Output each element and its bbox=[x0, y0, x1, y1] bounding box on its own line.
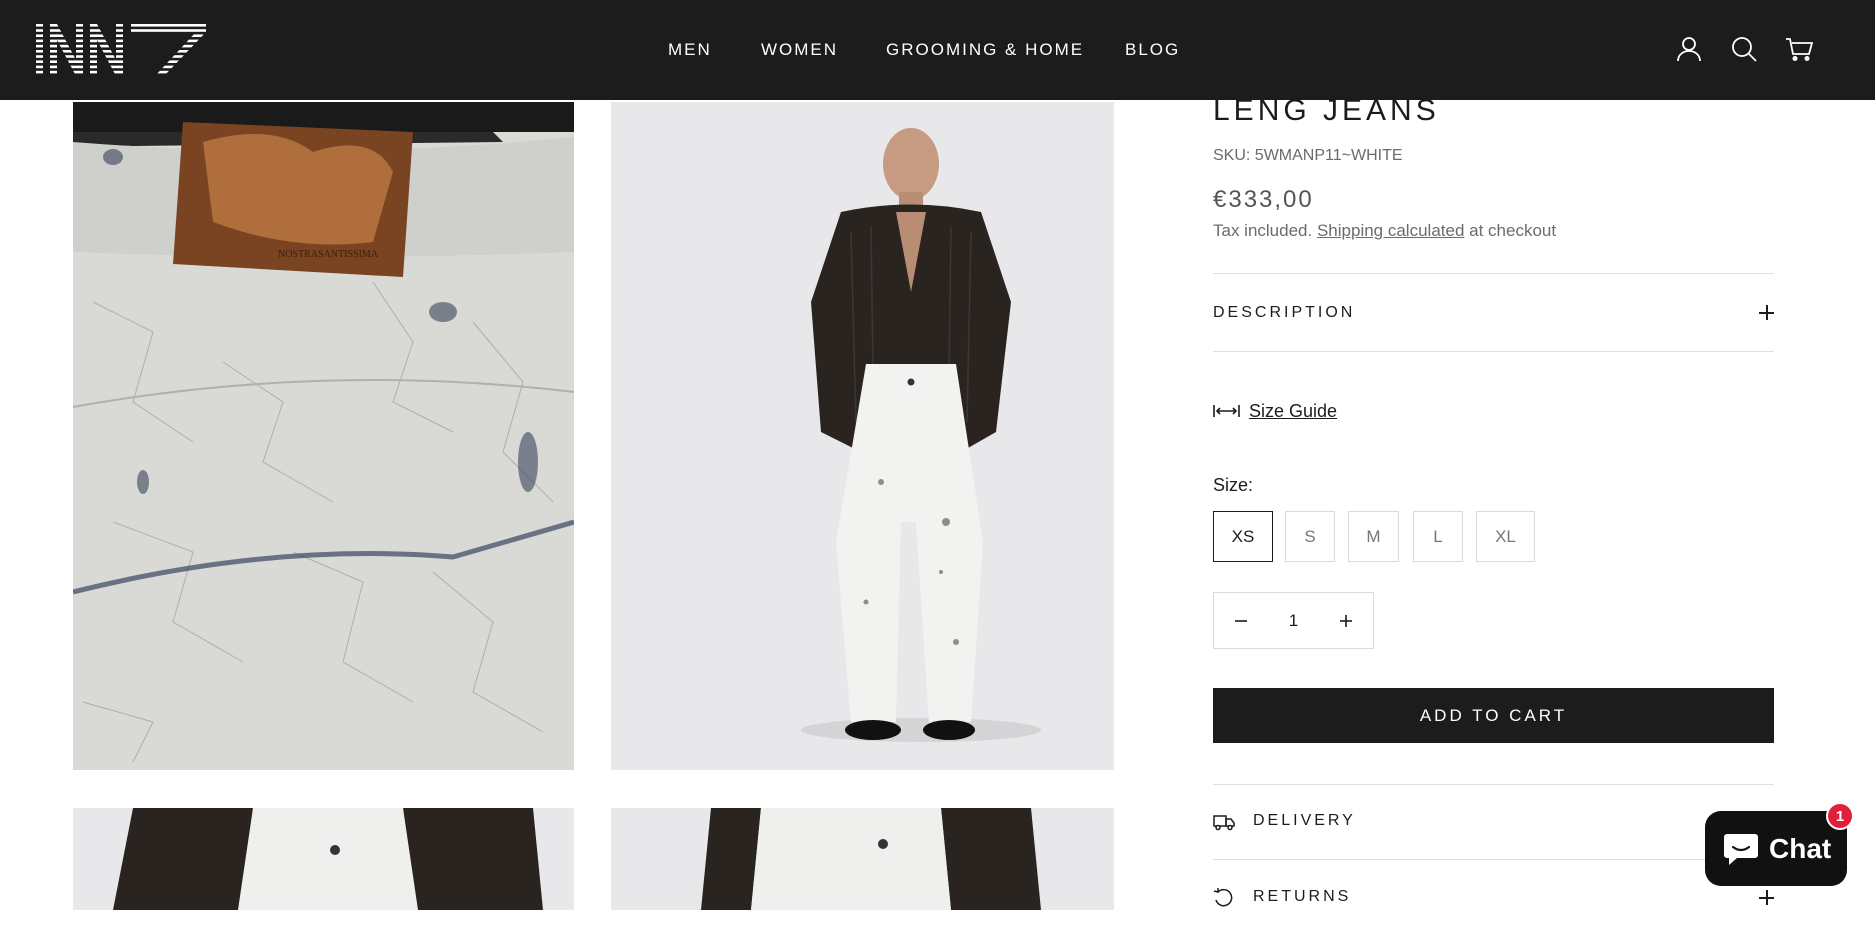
nav-women[interactable]: WOMEN bbox=[761, 40, 838, 60]
chat-bubble-icon bbox=[1724, 833, 1758, 865]
description-label: DESCRIPTION bbox=[1213, 304, 1356, 321]
product-title: LENG JEANS bbox=[1213, 94, 1440, 127]
search-icon[interactable] bbox=[1728, 33, 1760, 65]
plus-icon bbox=[1759, 890, 1774, 905]
product-image-waist-closeup[interactable] bbox=[611, 808, 1114, 910]
chat-button[interactable]: Chat bbox=[1705, 811, 1847, 886]
increase-quantity-button[interactable] bbox=[1319, 593, 1373, 648]
nav-blog[interactable]: BLOG bbox=[1125, 40, 1180, 60]
chat-notification-badge: 1 bbox=[1826, 802, 1854, 830]
patch-text: NOSTRASANTISSIMA bbox=[278, 249, 379, 260]
product-image-back-pocket[interactable]: NOSTRASANTISSIMA bbox=[73, 102, 574, 770]
minus-icon bbox=[1235, 619, 1247, 622]
quantity-value[interactable]: 1 bbox=[1268, 593, 1319, 648]
product-sku: SKU: 5WMANP11~WHITE bbox=[1213, 147, 1403, 164]
account-icon[interactable] bbox=[1673, 33, 1705, 65]
tax-included-text: Tax included. bbox=[1213, 221, 1313, 240]
size-option-xl[interactable]: XL bbox=[1476, 511, 1535, 562]
product-image-model-front[interactable] bbox=[611, 102, 1114, 770]
divider bbox=[1213, 859, 1774, 860]
size-label: Size: bbox=[1213, 475, 1254, 495]
size-option-s[interactable]: S bbox=[1285, 511, 1335, 562]
main-nav: MEN WOMEN GROOMING & HOME BLOG bbox=[0, 0, 1875, 100]
quantity-stepper: 1 bbox=[1213, 592, 1374, 649]
description-accordion[interactable]: DESCRIPTION bbox=[1213, 274, 1774, 351]
decrease-quantity-button[interactable] bbox=[1214, 593, 1268, 648]
divider bbox=[1213, 784, 1774, 785]
tax-shipping-note: Tax included. Shipping calculated at che… bbox=[1213, 221, 1556, 241]
truck-icon bbox=[1213, 815, 1235, 831]
plus-icon bbox=[1759, 305, 1774, 320]
size-option-m[interactable]: M bbox=[1348, 511, 1399, 562]
size-option-l[interactable]: L bbox=[1413, 511, 1463, 562]
ruler-icon bbox=[1213, 405, 1240, 417]
shipping-calculated-link[interactable]: Shipping calculated bbox=[1317, 221, 1464, 240]
returns-icon bbox=[1213, 888, 1233, 907]
delivery-label: DELIVERY bbox=[1253, 812, 1356, 829]
add-to-cart-button[interactable]: ADD TO CART bbox=[1213, 688, 1774, 743]
divider bbox=[1213, 351, 1774, 352]
chat-label: Chat bbox=[1769, 832, 1832, 864]
size-guide-link[interactable]: Size Guide bbox=[1213, 399, 1337, 423]
at-checkout-text: at checkout bbox=[1469, 221, 1557, 240]
product-image-waist-front[interactable] bbox=[73, 808, 574, 910]
plus-icon bbox=[1340, 614, 1352, 627]
size-guide-label: Size Guide bbox=[1249, 400, 1338, 421]
returns-accordion[interactable]: RETURNS bbox=[1213, 868, 1774, 928]
site-header: MEN WOMEN GROOMING & HOME BLOG bbox=[0, 0, 1875, 100]
cart-icon[interactable] bbox=[1783, 33, 1815, 65]
delivery-accordion[interactable]: DELIVERY bbox=[1213, 792, 1774, 852]
returns-label: RETURNS bbox=[1253, 888, 1352, 905]
size-option-xs[interactable]: XS bbox=[1213, 511, 1273, 562]
nav-men[interactable]: MEN bbox=[668, 40, 712, 60]
product-price: €333,00 bbox=[1213, 186, 1314, 213]
nav-grooming-home[interactable]: GROOMING & HOME bbox=[886, 40, 1084, 60]
